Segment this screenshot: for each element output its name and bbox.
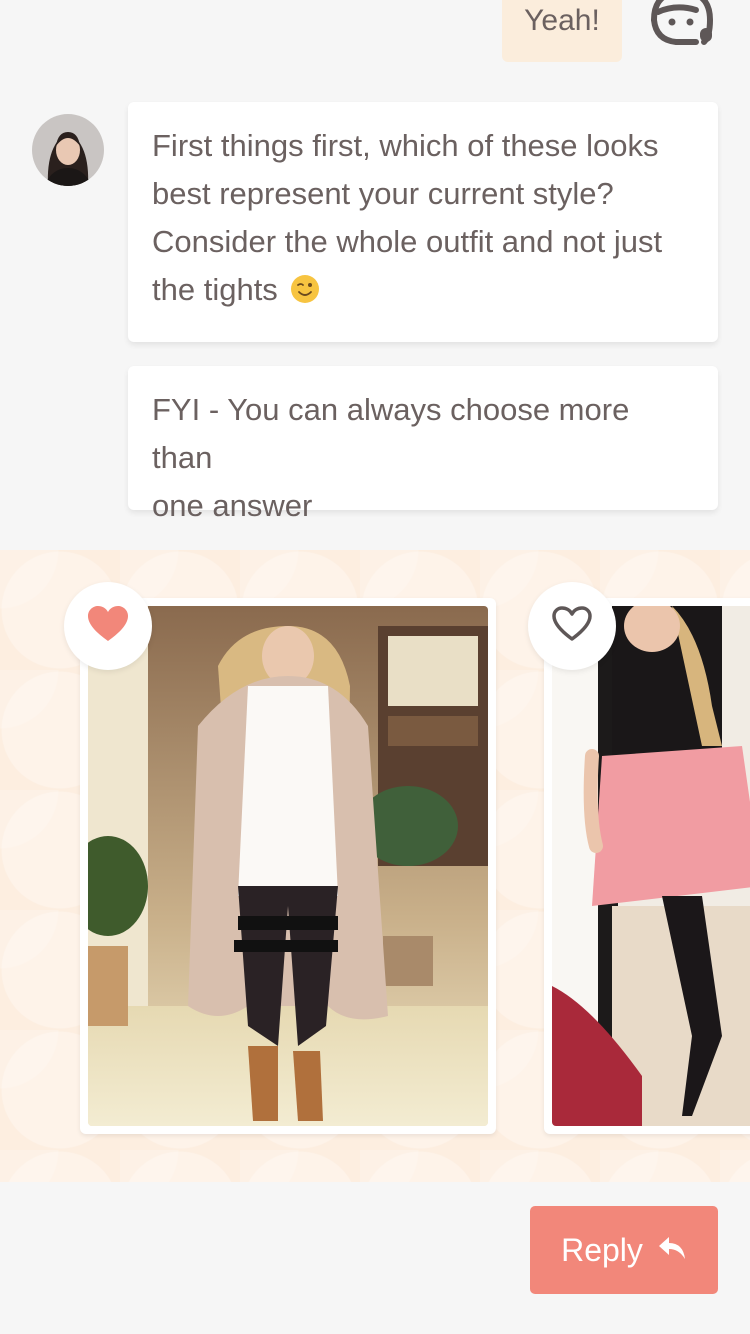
message-line: one answer <box>152 488 313 523</box>
message-line: the tights <box>152 272 278 307</box>
favorite-button[interactable] <box>528 582 616 670</box>
bot-message-bubble: FYI - You can always choose more than on… <box>128 366 718 523</box>
user-message-text: Yeah! <box>524 4 600 37</box>
bot-avatar <box>32 114 104 186</box>
outfit-card[interactable] <box>544 598 750 1134</box>
heart-outline-icon <box>551 605 593 648</box>
user-avatar <box>646 0 718 52</box>
reply-button[interactable]: Reply <box>530 1206 718 1294</box>
reply-button-label: Reply <box>561 1231 643 1268</box>
reply-arrow-icon <box>657 1232 687 1269</box>
outfit-carousel[interactable] <box>0 550 750 1182</box>
outfit-photo[interactable] <box>552 606 750 1126</box>
message-line-last: the tights <box>152 266 694 314</box>
message-line: best represent your current style? <box>152 176 614 211</box>
message-line: FYI - You can always choose more than <box>152 392 630 475</box>
message-line: Consider the whole outfit and not just <box>152 224 663 259</box>
favorite-button[interactable] <box>64 582 152 670</box>
message-line: First things first, which of these looks <box>152 128 659 163</box>
heart-filled-icon <box>87 605 129 648</box>
user-message-bubble: Yeah! <box>502 0 622 62</box>
outfit-photo[interactable] <box>88 606 488 1126</box>
bot-message-bubble: First things first, which of these looks… <box>128 102 718 342</box>
winking-face-emoji <box>290 270 320 303</box>
outfit-card[interactable] <box>80 598 496 1134</box>
